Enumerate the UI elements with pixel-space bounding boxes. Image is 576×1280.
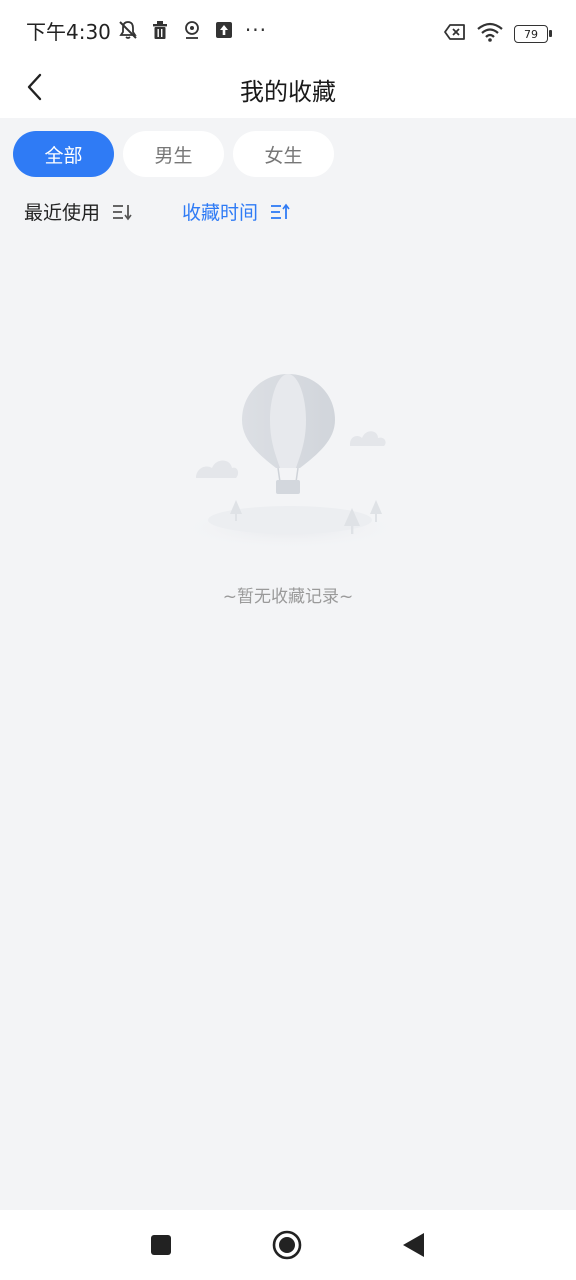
- empty-state-text: ~暂无收藏记录~: [222, 587, 354, 607]
- recent-apps-button[interactable]: [146, 1230, 176, 1260]
- upload-icon: [213, 19, 235, 41]
- home-icon: [272, 1230, 302, 1260]
- status-time: 下午4:30: [26, 19, 111, 44]
- status-bar: 下午4:30 ··· 79: [0, 0, 576, 60]
- favorites-page: 下午4:30 ··· 79 我的收藏 全部 男生 女生 最近使用 收藏时间 ~暂…: [0, 0, 576, 1280]
- more-indicator: ···: [244, 18, 267, 42]
- wifi-icon: [476, 22, 504, 46]
- filter-chip-male[interactable]: 男生: [123, 131, 224, 177]
- sort-recent-label: 最近使用: [24, 202, 101, 224]
- sort-row: 最近使用 收藏时间: [24, 198, 292, 225]
- system-back-button[interactable]: [398, 1230, 428, 1260]
- sort-time-button[interactable]: 收藏时间: [182, 198, 292, 225]
- hot-air-balloon-illustration: [170, 368, 406, 550]
- filter-chips: 全部 男生 女生: [13, 131, 334, 177]
- sort-recent-button[interactable]: 最近使用: [24, 198, 134, 225]
- home-button[interactable]: [272, 1230, 302, 1260]
- battery-icon: 79: [514, 25, 552, 43]
- header: 我的收藏: [0, 60, 576, 118]
- filter-chip-female[interactable]: 女生: [233, 131, 334, 177]
- status-left-icons: ···: [117, 18, 267, 42]
- location-icon: [181, 19, 203, 41]
- system-nav-bar: [0, 1210, 576, 1280]
- trash-icon: [149, 19, 171, 41]
- sim-error-icon: [444, 24, 466, 44]
- sort-icon: [270, 203, 292, 221]
- sort-time-label: 收藏时间: [182, 202, 259, 224]
- status-right: 79: [444, 22, 552, 46]
- mute-icon: [117, 19, 139, 41]
- recent-apps-icon: [151, 1235, 171, 1255]
- back-icon: [403, 1233, 424, 1257]
- battery-level: 79: [524, 27, 538, 41]
- filter-chip-all[interactable]: 全部: [13, 131, 114, 177]
- sort-icon: [112, 203, 134, 221]
- page-title: 我的收藏: [240, 78, 336, 106]
